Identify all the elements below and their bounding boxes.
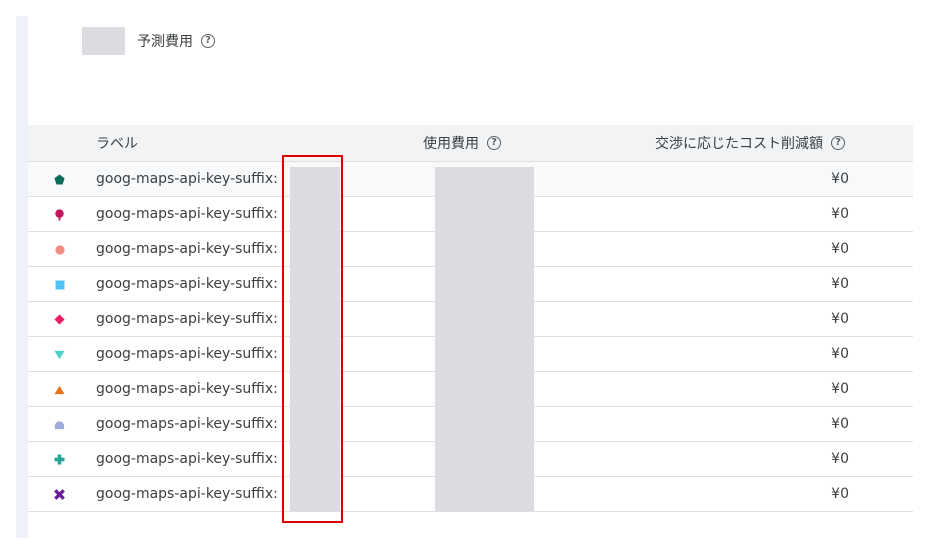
row-savings: ¥0 bbox=[831, 241, 849, 257]
circle-icon bbox=[54, 244, 65, 255]
highlight-box bbox=[282, 155, 343, 523]
row-savings: ¥0 bbox=[831, 346, 849, 362]
row-savings: ¥0 bbox=[831, 416, 849, 432]
triangle-down-icon bbox=[54, 349, 65, 360]
help-icon[interactable]: ? bbox=[831, 136, 845, 150]
row-savings: ¥0 bbox=[831, 486, 849, 502]
row-savings: ¥0 bbox=[831, 276, 849, 292]
redacted-cost-block bbox=[435, 167, 534, 511]
column-header-savings-text: 交渉に応じたコスト削減額 bbox=[655, 136, 823, 152]
cross-icon bbox=[54, 489, 65, 500]
row-label: goog-maps-api-key-suffix: bbox=[96, 346, 278, 362]
row-savings: ¥0 bbox=[831, 206, 849, 222]
column-header-label[interactable]: ラベル bbox=[96, 125, 138, 161]
row-label: goog-maps-api-key-suffix: bbox=[96, 486, 278, 502]
plus-icon bbox=[54, 454, 65, 465]
legend-swatch bbox=[82, 27, 125, 55]
legend: 予測費用 ? bbox=[82, 27, 215, 55]
row-savings: ¥0 bbox=[831, 171, 849, 187]
row-savings: ¥0 bbox=[831, 451, 849, 467]
row-label: goog-maps-api-key-suffix: bbox=[96, 206, 278, 222]
row-label: goog-maps-api-key-suffix: bbox=[96, 276, 278, 292]
row-label: goog-maps-api-key-suffix: bbox=[96, 381, 278, 397]
row-label: goog-maps-api-key-suffix: bbox=[96, 241, 278, 257]
dome-icon bbox=[54, 419, 65, 430]
table-header: ラベル 使用費用 ? 交渉に応じたコスト削減額 ? bbox=[28, 125, 913, 162]
column-header-label-text: ラベル bbox=[96, 136, 138, 152]
column-header-savings[interactable]: 交渉に応じたコスト削減額 ? bbox=[655, 125, 845, 161]
row-label: goog-maps-api-key-suffix: bbox=[96, 416, 278, 432]
pentagon-icon bbox=[54, 174, 65, 185]
diamond-icon bbox=[54, 314, 65, 325]
legend-label: 予測費用 bbox=[137, 34, 193, 50]
row-label: goog-maps-api-key-suffix: bbox=[96, 311, 278, 327]
row-label: goog-maps-api-key-suffix: bbox=[96, 451, 278, 467]
column-header-cost[interactable]: 使用費用 ? bbox=[423, 125, 501, 161]
triangle-up-icon bbox=[54, 384, 65, 395]
row-savings: ¥0 bbox=[831, 311, 849, 327]
column-header-cost-text: 使用費用 bbox=[423, 136, 479, 152]
left-rail bbox=[16, 16, 28, 538]
square-icon bbox=[54, 279, 65, 290]
help-icon[interactable]: ? bbox=[487, 136, 501, 150]
pin-icon bbox=[54, 208, 65, 220]
help-icon[interactable]: ? bbox=[201, 34, 215, 48]
row-label: goog-maps-api-key-suffix: bbox=[96, 171, 278, 187]
row-savings: ¥0 bbox=[831, 381, 849, 397]
